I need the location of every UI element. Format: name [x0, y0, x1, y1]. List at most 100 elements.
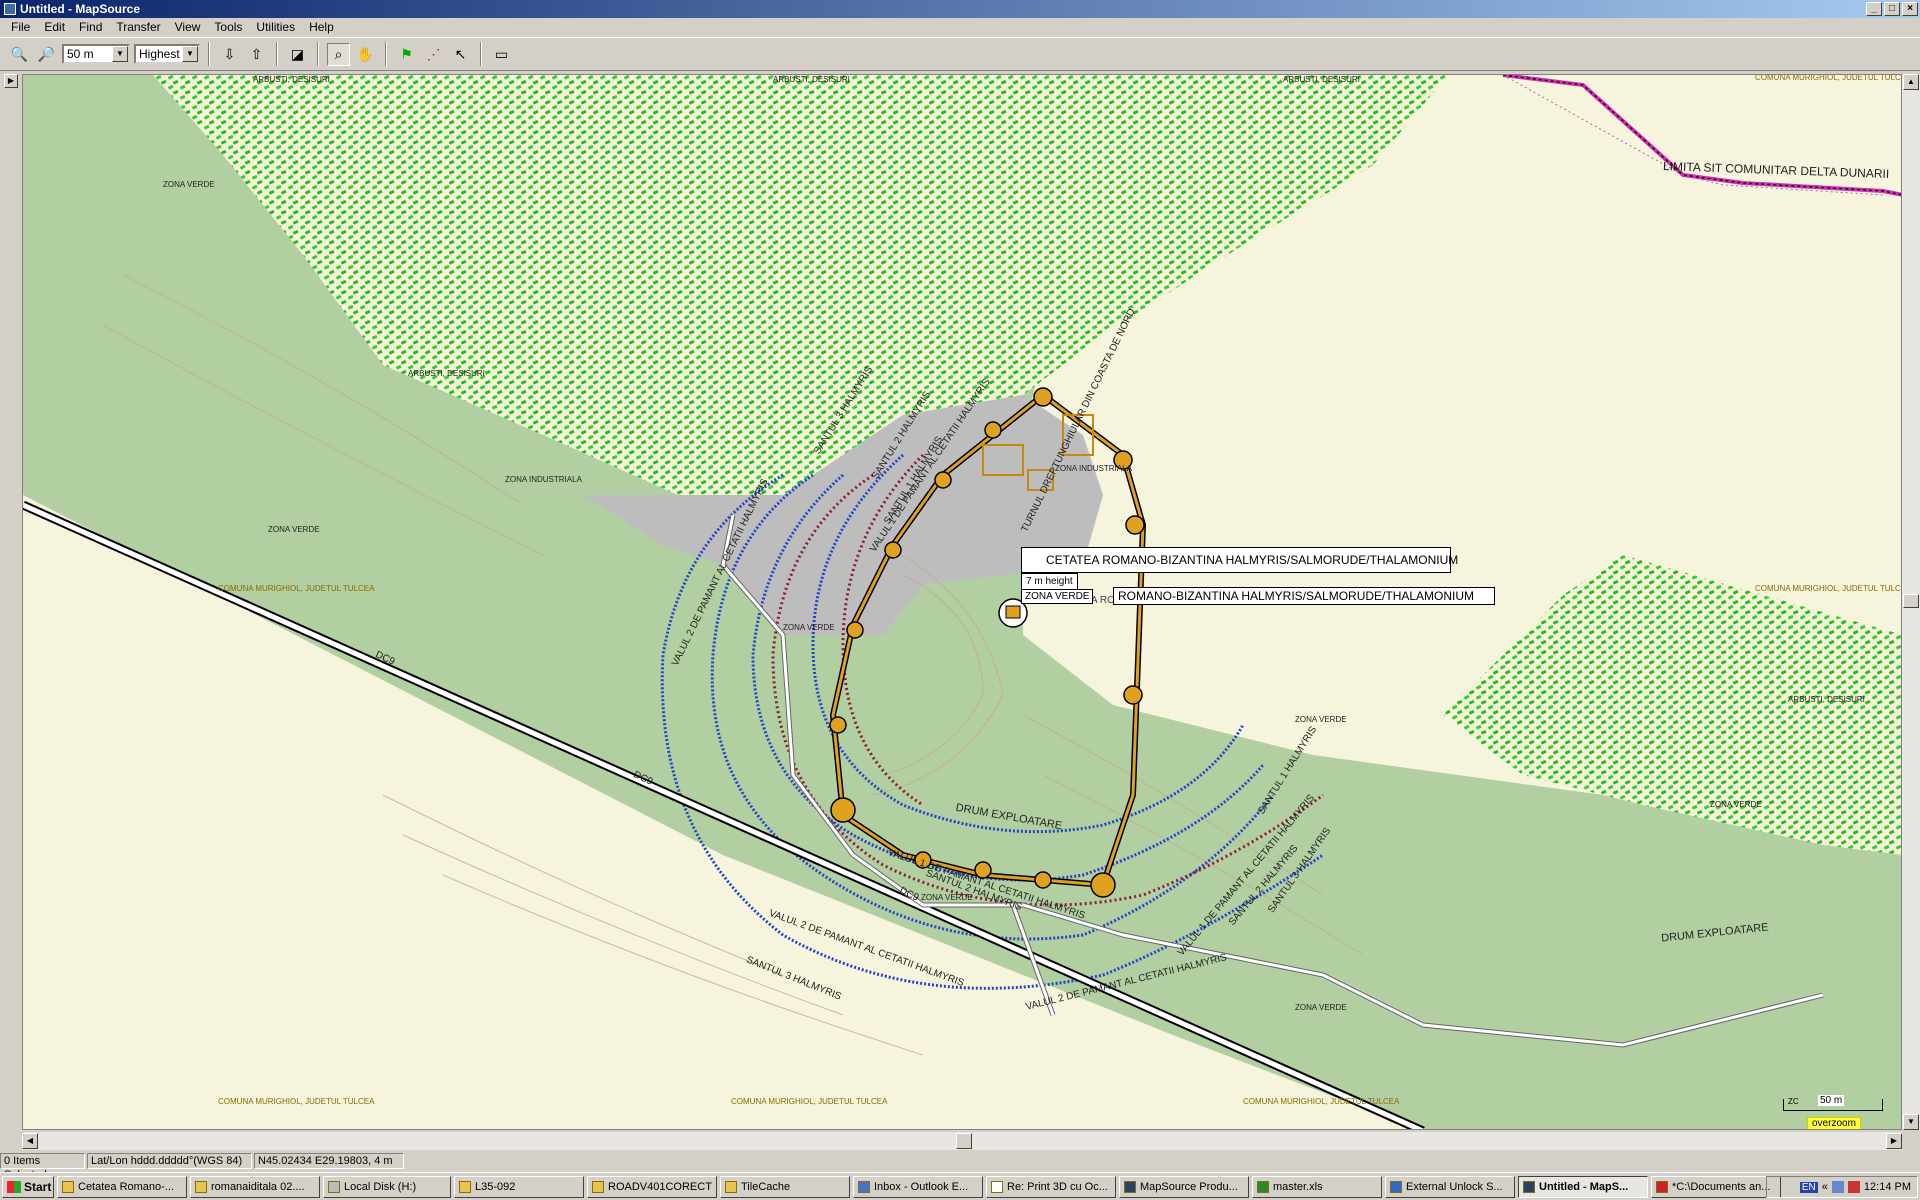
taskbar-item-label: Inbox - Outlook E... — [874, 1180, 969, 1193]
waypoint-flag-icon[interactable]: ⚑ — [395, 43, 418, 66]
menu-help[interactable]: Help — [302, 20, 341, 34]
mapsource-app-icon[interactable] — [4, 3, 16, 15]
map-label: ZONA VERDE — [921, 893, 973, 902]
folder-icon — [725, 1180, 737, 1193]
expand-panel-icon[interactable]: ▶ — [4, 74, 18, 88]
taskbar-item[interactable]: Local Disk (H:) — [323, 1175, 451, 1198]
security-icon[interactable] — [1847, 1181, 1860, 1193]
system-tray: EN « 12:14 PM — [1766, 1176, 1918, 1198]
map-label: ARBUSTI, DESISURI — [1788, 695, 1865, 704]
taskbar-item[interactable]: Re: Print 3D cu Oc... — [986, 1175, 1116, 1198]
disk-icon — [328, 1180, 340, 1193]
outlook-icon — [858, 1180, 870, 1193]
menu-view[interactable]: View — [168, 20, 208, 34]
maximize-button[interactable]: □ — [1884, 2, 1900, 16]
receive-from-device-icon[interactable]: ⇩ — [218, 43, 241, 66]
scroll-up-icon[interactable]: ▲ — [1903, 74, 1919, 90]
mapsource-icon — [1523, 1180, 1535, 1193]
detail-level-select[interactable]: Highest ▼ — [134, 44, 200, 64]
taskbar-item-label: Cetatea Romano-... — [78, 1180, 174, 1193]
map-drawing — [23, 75, 1901, 1129]
map-label: COMUNA MURIGHIOL, JUDETUL TULCEA — [1755, 74, 1902, 82]
status-selection: 0 Items Selected — [0, 1153, 85, 1181]
taskbar-item[interactable]: TileCache — [720, 1175, 850, 1198]
scale-distance-label: 50 m — [1818, 1095, 1845, 1106]
taskbar-item[interactable]: *C:\Documents an... — [1651, 1175, 1781, 1198]
zoom-in-icon[interactable]: 🔍 — [8, 43, 31, 66]
route-tool-icon[interactable]: ⋰ — [422, 43, 445, 66]
vertical-scroll-thumb[interactable] — [1903, 594, 1919, 608]
chevron-down-icon[interactable]: ▼ — [182, 46, 198, 62]
status-format: Lat/Lon hddd.ddddd°(WGS 84) — [87, 1153, 252, 1169]
toolbar: 🔍 🔎 50 m ▼ Highest ▼ ⇩ ⇧ ◪ ⌕ ✋ ⚑ ⋰ ↖ ▭ — [0, 37, 1920, 71]
browser-icon — [1390, 1180, 1402, 1193]
scale-zc: ZC — [1788, 1097, 1799, 1106]
taskbar-item[interactable]: Untitled - MapS... — [1518, 1175, 1648, 1198]
taskbar-item-label: master.xls — [1273, 1180, 1323, 1193]
taskbar-item[interactable]: Cetatea Romano-... — [57, 1175, 187, 1198]
network-icon[interactable] — [1831, 1181, 1844, 1193]
toolbar-separator — [317, 42, 319, 66]
map-label: COMUNA MURIGHIOL, JUDETUL TULCEA — [218, 584, 375, 593]
excel-icon — [1257, 1180, 1269, 1193]
taskbar-item-label: MapSource Produ... — [1140, 1180, 1238, 1193]
taskbar-item[interactable]: L35-092 — [454, 1175, 584, 1198]
folder-icon — [459, 1180, 471, 1193]
toolbar-separator — [480, 42, 482, 66]
map-label: ZONA INDUSTRIALA — [1055, 464, 1132, 473]
send-to-device-icon[interactable]: ⇧ — [245, 43, 268, 66]
map-label: ZONA VERDE — [163, 180, 215, 189]
hand-pan-icon[interactable]: ✋ — [354, 43, 377, 66]
map-label: COMUNA MURIGHIOL, JUDETUL TULCEA — [1243, 1097, 1400, 1106]
title-bar: Untitled - MapSource _ □ × — [0, 0, 1920, 18]
toolbar-separator — [385, 42, 387, 66]
map-label: ZONA VERDE — [1710, 800, 1762, 809]
editor-icon — [1656, 1180, 1668, 1193]
taskbar-item[interactable]: MapSource Produ... — [1119, 1175, 1249, 1198]
scroll-left-icon[interactable]: ◀ — [22, 1133, 38, 1149]
tray-expand-icon[interactable]: « — [1822, 1181, 1828, 1193]
map-label: COMUNA MURIGHIOL, JUDETUL TULCEA — [1755, 584, 1902, 593]
language-indicator[interactable]: EN — [1799, 1181, 1818, 1193]
menu-find[interactable]: Find — [72, 20, 109, 34]
map-label: COMUNA MURIGHIOL, JUDETUL TULCEA — [731, 1097, 888, 1106]
horizontal-scrollbar[interactable]: ◀ ▶ — [22, 1132, 1902, 1150]
minimize-button[interactable]: _ — [1866, 2, 1882, 16]
selection-arrow-icon[interactable]: ↖ — [449, 43, 472, 66]
taskbar-item[interactable]: Inbox - Outlook E... — [853, 1175, 983, 1198]
map-label: ZONA VERDE — [1295, 715, 1347, 724]
close-button[interactable]: × — [1902, 2, 1918, 16]
taskbar: Start Cetatea Romano-... romanaiditala 0… — [0, 1172, 1920, 1200]
overzoom-indicator: overzoom — [1807, 1117, 1861, 1129]
taskbar-item-label: ROADV401CORECT — [608, 1180, 712, 1193]
start-button[interactable]: Start — [2, 1175, 54, 1198]
taskbar-item[interactable]: master.xls — [1252, 1175, 1382, 1198]
mail-icon — [991, 1180, 1003, 1193]
distance-ruler-icon[interactable]: ▭ — [490, 43, 513, 66]
taskbar-item-label: TileCache — [741, 1180, 791, 1193]
menu-utilities[interactable]: Utilities — [249, 20, 302, 34]
menu-file[interactable]: File — [4, 20, 37, 34]
map-canvas[interactable]: ARBUSTI, DESISURI ARBUSTI, DESISURI ARBU… — [22, 74, 1902, 1130]
menu-bar: File Edit Find Transfer View Tools Utili… — [0, 18, 1920, 36]
map-tool-icon[interactable]: ◪ — [286, 43, 309, 66]
menu-tools[interactable]: Tools — [207, 20, 249, 34]
taskbar-item[interactable]: ROADV401CORECT — [587, 1175, 717, 1198]
taskbar-item[interactable]: romanaiditala 02.... — [190, 1175, 320, 1198]
scroll-down-icon[interactable]: ▼ — [1903, 1114, 1919, 1130]
zoom-out-icon[interactable]: 🔎 — [35, 43, 58, 66]
map-label: ARBUSTI, DESISURI — [1283, 75, 1360, 84]
map-area: ▶ ARBUSTI, DESISURI ARBUSTI, DESISURI AR… — [0, 72, 1920, 1150]
zoom-scale-select[interactable]: 50 m ▼ — [62, 44, 130, 64]
taskbar-item[interactable]: External Unlock S... — [1385, 1175, 1515, 1198]
menu-transfer[interactable]: Transfer — [109, 20, 167, 34]
menu-edit[interactable]: Edit — [37, 20, 72, 34]
map-label: ZONA VERDE — [268, 525, 320, 534]
vertical-scrollbar[interactable]: ▲ ▼ — [1902, 74, 1920, 1130]
zoom-tool-icon[interactable]: ⌕ — [327, 42, 350, 66]
detail-level-value: Highest — [139, 47, 180, 61]
chevron-down-icon[interactable]: ▼ — [112, 46, 128, 62]
horizontal-scroll-thumb[interactable] — [956, 1133, 972, 1149]
scroll-right-icon[interactable]: ▶ — [1886, 1133, 1902, 1149]
clock[interactable]: 12:14 PM — [1864, 1181, 1911, 1193]
